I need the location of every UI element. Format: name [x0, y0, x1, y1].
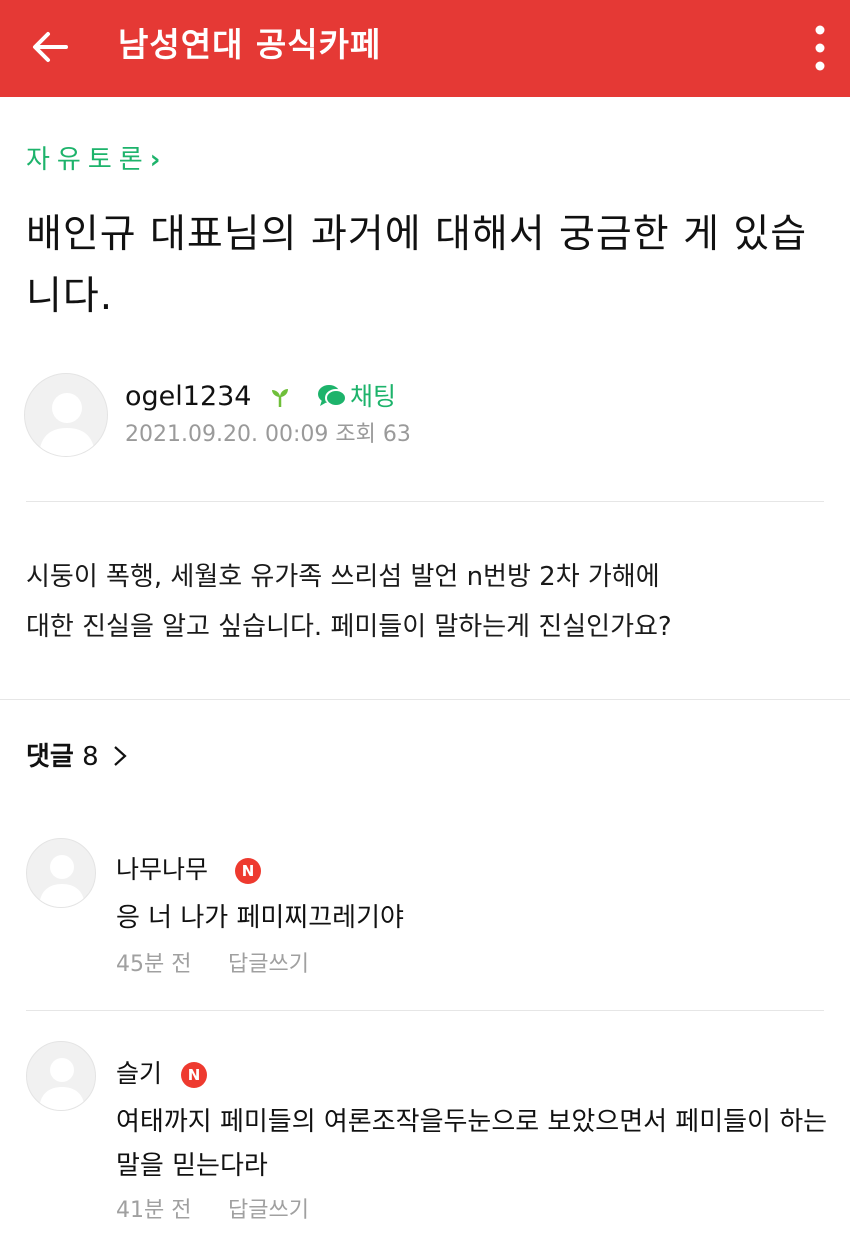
post-body-line: 대한 진실을 알고 싶습니다. 페미들이 말하는게 진실인가요?: [26, 612, 672, 642]
post-body-line: 시둥이 폭행, 세월호 유가족 쓰리섬 발언 n번방 2차 가해에: [26, 562, 660, 592]
comment-text: 응 너 나가 페미찌끄레기야: [116, 903, 404, 933]
commenter-avatar[interactable]: [26, 838, 96, 908]
comments-header-link[interactable]: 댓글 8: [26, 737, 129, 777]
board-category-link[interactable]: 자유토론›: [26, 140, 160, 180]
author-avatar[interactable]: [24, 373, 108, 457]
new-badge: N: [235, 858, 261, 884]
cafe-title: 남성연대 공식카페: [118, 25, 382, 64]
chat-label: 채팅: [350, 382, 397, 411]
chat-button[interactable]: 채팅: [317, 378, 396, 416]
divider: [26, 501, 824, 502]
post-date: 2021.09.20. 00:09: [125, 422, 329, 447]
commenter-name[interactable]: 나무나무: [116, 852, 208, 888]
board-category-label: 자유토론: [26, 145, 150, 175]
reply-button[interactable]: 답글쓰기: [228, 1194, 309, 1228]
divider: [0, 699, 850, 700]
views-label: 조회: [335, 422, 376, 447]
chevron-right-icon: [107, 742, 129, 772]
sprout-icon: [270, 386, 290, 408]
chevron-right-icon: ›: [149, 145, 161, 175]
back-arrow-icon[interactable]: [26, 22, 76, 72]
more-vertical-icon[interactable]: [800, 18, 840, 78]
post-meta: 2021.09.20. 00:09 조회 63: [125, 418, 411, 452]
commenter-avatar[interactable]: [26, 1041, 96, 1111]
comments-label: 댓글: [26, 742, 74, 772]
comments-count: 8: [82, 742, 99, 772]
comment-time: 41분 전: [116, 1198, 192, 1223]
chat-bubble-icon: [318, 385, 347, 407]
comment-time: 45분 전: [116, 952, 192, 977]
post-body: 시둥이 폭행, 세월호 유가족 쓰리섬 발언 n번방 2차 가해에 대한 진실을…: [26, 552, 846, 652]
comment-text: 여태까지 페미들의 여론조작을두눈으로 보았으면서 페미들이 하는말을 믿는다라: [116, 1107, 828, 1181]
app-bar: 남성연대 공식카페: [0, 0, 850, 97]
views-count: 63: [382, 422, 411, 447]
author-name[interactable]: ogel1234: [125, 378, 251, 416]
reply-button[interactable]: 답글쓰기: [228, 948, 309, 982]
post-title: 배인규 대표님의 과거에 대해서 궁금한 게 있습니다.: [26, 212, 808, 319]
divider: [26, 1010, 824, 1011]
new-badge: N: [181, 1062, 207, 1088]
commenter-name[interactable]: 슬기: [116, 1056, 162, 1092]
